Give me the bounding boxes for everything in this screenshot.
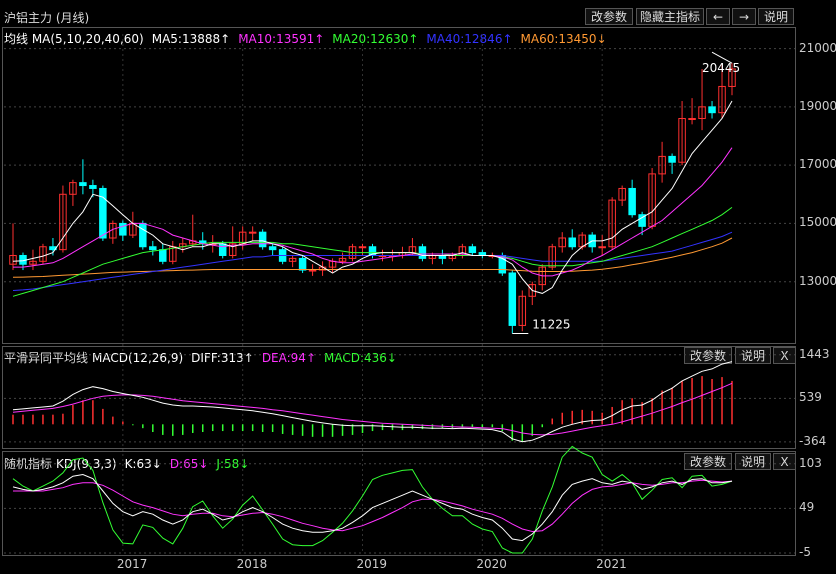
candle-body <box>89 185 97 189</box>
candle-body <box>218 243 227 256</box>
candle-body <box>248 231 257 234</box>
candle-body <box>159 249 167 262</box>
candle-body <box>708 106 716 114</box>
high-annotation: 20445 <box>702 61 740 75</box>
candle-body <box>79 182 87 187</box>
candle-body <box>99 187 107 239</box>
chart-canvas: 20445 11225 <box>4 34 795 554</box>
candle-body <box>508 272 517 326</box>
candle-body <box>268 246 277 251</box>
low-annotation: 11225 <box>532 317 570 331</box>
candle-body <box>139 222 147 248</box>
candle-body <box>308 269 317 272</box>
candle-body <box>149 246 157 251</box>
candle-body <box>598 246 606 249</box>
candle-body <box>568 237 576 248</box>
d-line <box>13 479 733 533</box>
candle-body <box>298 257 307 271</box>
candle-body <box>668 155 676 163</box>
candle-body <box>468 246 477 254</box>
candle-body <box>688 118 696 121</box>
candle-body <box>358 246 367 249</box>
ma5-line <box>12 100 733 294</box>
j-line <box>12 445 733 554</box>
candle-body <box>418 246 427 259</box>
candle-body <box>628 187 636 216</box>
candle-body <box>258 231 267 248</box>
